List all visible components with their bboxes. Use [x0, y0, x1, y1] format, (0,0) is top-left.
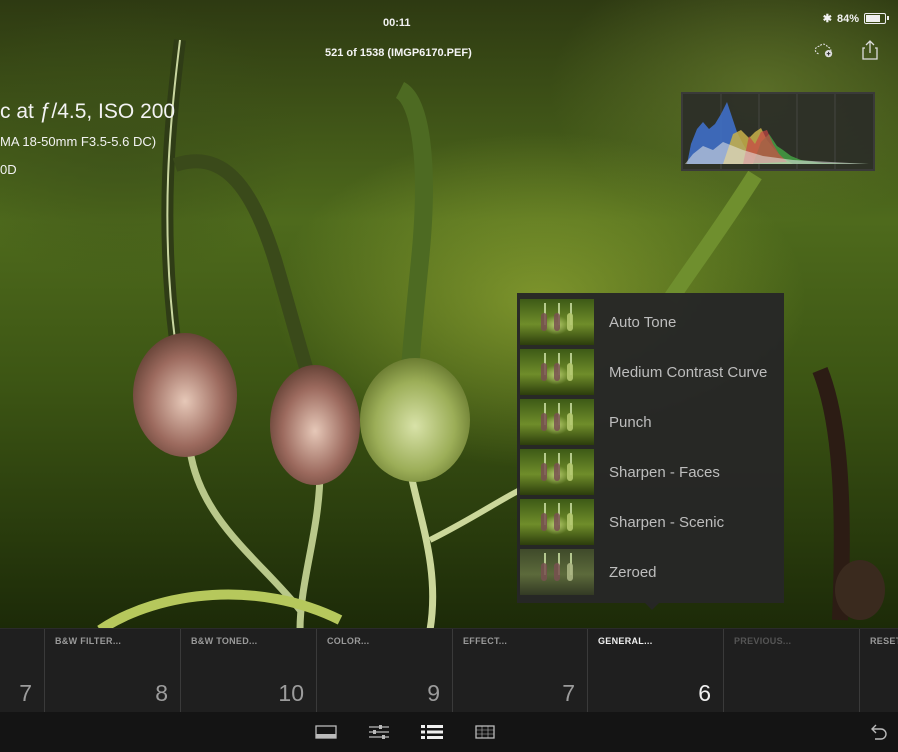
histogram-graph	[685, 94, 869, 169]
adjust-sliders-icon[interactable]	[367, 723, 391, 741]
category-label: GENERAL...	[598, 636, 653, 646]
preset-auto-tone[interactable]: Auto Tone	[517, 297, 784, 347]
category-count: 8	[155, 680, 168, 706]
category-label: EFFECT...	[463, 636, 508, 646]
preset-label: Medium Contrast Curve	[609, 363, 768, 381]
share-icon[interactable]	[860, 40, 880, 60]
histogram[interactable]	[681, 92, 875, 171]
status-bar: 00:11 ✱ 84%	[0, 0, 898, 40]
preset-categories: 7 B&W FILTER... 8 B&W TONED... 10 COLOR.…	[0, 628, 898, 713]
bottom-toolbar	[0, 712, 898, 752]
photo-title: 521 of 1538 (IMGP6170.PEF)	[325, 47, 472, 59]
preset-label: Sharpen - Faces	[609, 463, 720, 481]
category-bw-toned[interactable]: B&W TONED... 10	[180, 629, 316, 713]
category-label: RESET	[870, 636, 898, 646]
category-label: PREVIOUS...	[734, 636, 792, 646]
category-effect[interactable]: EFFECT... 7	[452, 629, 587, 713]
category-count: 10	[278, 680, 304, 706]
category-count: 9	[427, 680, 440, 706]
preset-sharpen-faces[interactable]: Sharpen - Faces	[517, 447, 784, 497]
crop-icon[interactable]	[473, 723, 497, 741]
category-general[interactable]: GENERAL... 6	[587, 629, 723, 713]
exif-lens: MA 18-50mm F3.5-5.6 DC)	[0, 134, 157, 149]
preset-medium-contrast-curve[interactable]: Medium Contrast Curve	[517, 347, 784, 397]
undo-icon[interactable]	[866, 723, 890, 741]
preset-label: Punch	[609, 413, 652, 431]
category-color[interactable]: COLOR... 9	[316, 629, 452, 713]
top-actions	[814, 40, 880, 60]
presets-panel: Auto Tone Medium Contrast Curve Punch Sh…	[517, 293, 784, 603]
cloud-add-icon[interactable]	[814, 40, 834, 60]
category-label: B&W TONED...	[191, 636, 258, 646]
preset-thumbnail	[520, 299, 594, 345]
category-bw-filter[interactable]: B&W FILTER... 8	[44, 629, 180, 713]
battery-percent: 84%	[836, 12, 859, 25]
preset-thumbnail	[520, 549, 594, 595]
preset-zeroed[interactable]: Zeroed	[517, 547, 784, 597]
preset-thumbnail	[520, 349, 594, 395]
exif-exposure: c at ƒ/4.5, ISO 200	[0, 100, 176, 123]
bluetooth-icon: ✱	[822, 13, 832, 25]
presets-list-icon[interactable]	[420, 723, 444, 741]
preset-label: Auto Tone	[609, 313, 677, 331]
exif-info: c at ƒ/4.5, ISO 200 MA 18-50mm F3.5-5.6 …	[0, 100, 175, 177]
category-reset[interactable]: RESET	[859, 629, 898, 713]
category-previous[interactable]: PREVIOUS...	[723, 629, 859, 713]
category-count: 7	[562, 680, 575, 706]
preset-punch[interactable]: Punch	[517, 397, 784, 447]
preset-sharpen-scenic[interactable]: Sharpen - Scenic	[517, 497, 784, 547]
presets-pointer	[644, 602, 660, 610]
category-label: COLOR...	[327, 636, 370, 646]
preset-label: Sharpen - Scenic	[609, 513, 725, 531]
preset-thumbnail	[520, 399, 594, 445]
battery-status: ✱ 84%	[822, 12, 889, 25]
filmstrip-icon[interactable]	[314, 723, 338, 741]
category-label: B&W FILTER...	[55, 636, 122, 646]
preset-thumbnail	[520, 449, 594, 495]
category-count: 7	[19, 680, 32, 706]
category-previous-group[interactable]: 7	[0, 629, 44, 713]
category-count: 6	[698, 680, 711, 706]
preset-thumbnail	[520, 499, 594, 545]
battery-icon	[864, 13, 889, 24]
exif-camera: 0D	[0, 162, 17, 177]
clock: 00:11	[383, 17, 411, 29]
preset-label: Zeroed	[609, 563, 657, 581]
